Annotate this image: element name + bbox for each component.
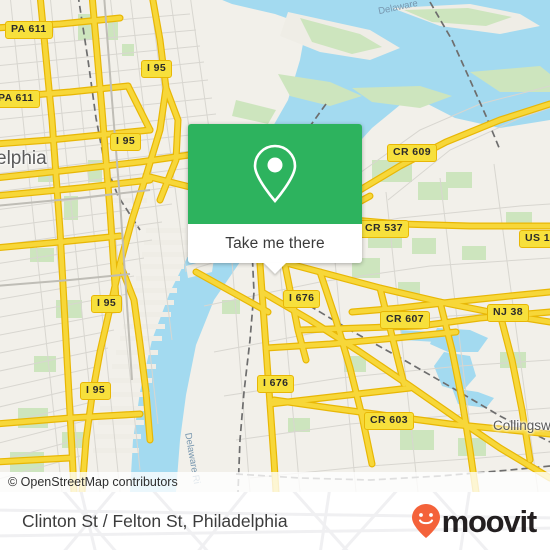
place-label-collingswood: Collingswo: [493, 418, 550, 433]
location-info-card[interactable]: Take me there: [188, 124, 362, 274]
location-pin-icon: [253, 144, 297, 203]
place-label-philadelphia: elphia: [0, 148, 47, 169]
moovit-wordmark: moovit: [441, 503, 538, 539]
road-shield: I 95: [141, 60, 173, 78]
road-shield: NJ 38: [487, 304, 530, 322]
road-shield: I 95: [110, 133, 142, 151]
road-shield: I 95: [91, 295, 123, 313]
moovit-logo[interactable]: moovit: [411, 503, 538, 539]
road-shield: CR 607: [380, 311, 431, 329]
moovit-pin-icon: [411, 504, 440, 538]
road-shield: I 676: [283, 290, 321, 308]
map-canvas[interactable]: PA 611 PA 611 I 95 I 95 I 95 I 95 CR 609…: [0, 0, 550, 492]
footer-bar: Clinton St / Felton St, Philadelphia moo…: [0, 492, 550, 550]
osm-attribution[interactable]: © OpenStreetMap contributors: [0, 472, 550, 492]
road-shield: US 1: [519, 230, 550, 248]
take-me-there-label: Take me there: [225, 234, 325, 252]
card-image-panel: [188, 124, 362, 224]
road-shield: PA 611: [0, 90, 40, 108]
location-title: Clinton St / Felton St, Philadelphia: [22, 510, 288, 531]
road-shield: CR 537: [359, 220, 410, 238]
road-shield: CR 603: [364, 412, 415, 430]
road-shield: CR 609: [387, 144, 438, 162]
moovit-map-screenshot: PA 611 PA 611 I 95 I 95 I 95 I 95 CR 609…: [0, 0, 550, 550]
road-shield: I 95: [80, 382, 112, 400]
card-cta-panel[interactable]: Take me there: [188, 224, 362, 274]
road-shield: I 676: [257, 375, 295, 393]
card-pointer-tail: [264, 263, 286, 274]
road-shield: PA 611: [5, 21, 53, 39]
